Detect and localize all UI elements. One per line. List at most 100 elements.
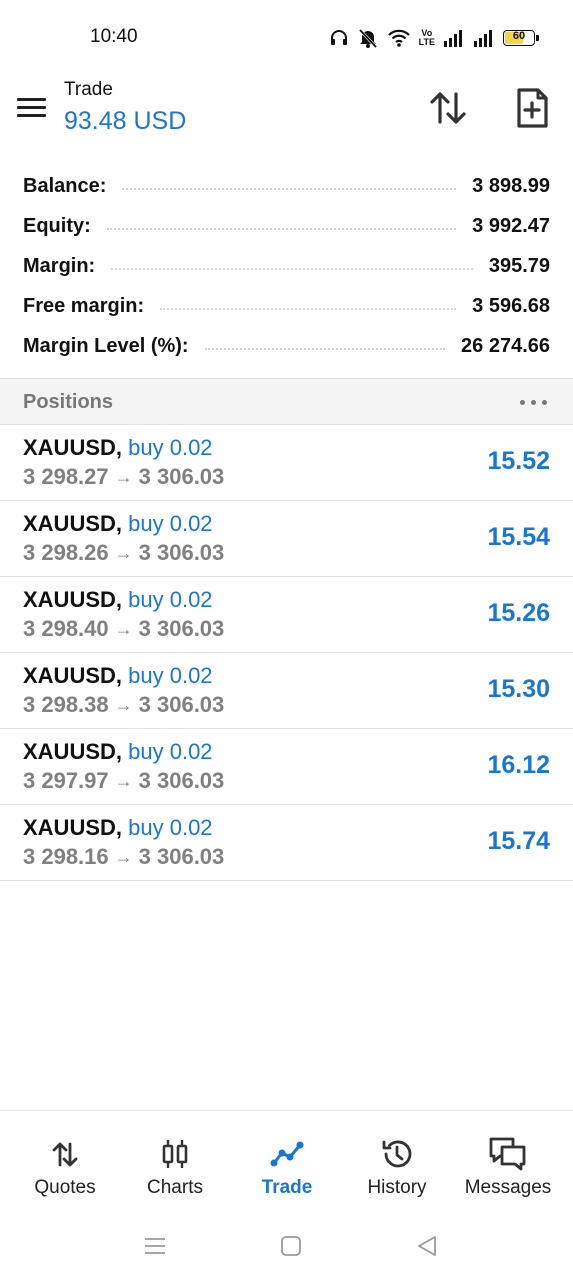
position-profit: 15.26 [487, 599, 550, 627]
position-row[interactable]: XAUUSD, buy 0.02 3 297.97 → 3 306.03 16.12 [0, 729, 573, 805]
summary-row-margin-level: Margin Level (%): 26 274.66 [23, 326, 550, 366]
current-price: 3 306.03 [138, 616, 225, 641]
arrow-icon: → [114, 619, 133, 639]
balance-label: Balance: [23, 174, 107, 197]
position-symbol: XAUUSD, [23, 663, 123, 688]
equity-value: 3 992.47 [472, 214, 550, 237]
volte-indicator: Vo LTE [418, 28, 435, 47]
current-price: 3 306.03 [138, 768, 225, 793]
more-options-icon[interactable] [519, 391, 549, 413]
home-icon [281, 1236, 301, 1256]
arrow-icon: → [114, 543, 133, 563]
sort-icon [430, 92, 466, 124]
current-price: 3 306.03 [138, 844, 225, 869]
open-price: 3 298.27 [23, 464, 109, 489]
open-price: 3 298.26 [23, 540, 109, 565]
position-row[interactable]: XAUUSD, buy 0.02 3 298.16 → 3 306.03 15.74 [0, 805, 573, 881]
signal-icon-1 [443, 29, 465, 47]
status-icons: Vo LTE 60 [329, 26, 539, 50]
mute-icon [357, 27, 379, 49]
position-type: buy 0.02 [128, 511, 213, 536]
total-profit: 93.48 USD [64, 107, 187, 135]
nav-history[interactable]: History [340, 1111, 454, 1211]
system-navigation-bar [0, 1212, 573, 1280]
nav-quotes-label: Quotes [34, 1177, 96, 1198]
bottom-navigation: Quotes Charts Trade History Messages [0, 1110, 573, 1211]
quotes-icon [45, 1136, 85, 1172]
headphones-icon [329, 28, 349, 48]
free-margin-value: 3 596.68 [472, 294, 550, 317]
nav-messages[interactable]: Messages [451, 1111, 565, 1211]
positions-list: XAUUSD, buy 0.02 3 298.27 → 3 306.03 15.52… [0, 425, 573, 881]
open-price: 3 297.97 [23, 768, 109, 793]
margin-level-label: Margin Level (%): [23, 334, 189, 357]
battery-level: 60 [512, 30, 526, 42]
arrow-icon: → [114, 467, 133, 487]
signal-icon-2 [473, 29, 495, 47]
margin-level-value: 26 274.66 [461, 334, 550, 357]
margin-value: 395.79 [488, 254, 550, 277]
position-symbol: XAUUSD, [23, 435, 123, 460]
nav-history-label: History [367, 1177, 427, 1198]
wifi-icon [387, 28, 411, 48]
current-price: 3 306.03 [138, 692, 225, 717]
recent-apps-button[interactable] [140, 1232, 170, 1260]
free-margin-label: Free margin: [23, 294, 145, 317]
status-bar: 10:40 Vo LTE 60 [0, 0, 573, 76]
positions-section-header: Positions [0, 378, 573, 425]
new-order-icon [517, 88, 548, 128]
position-row[interactable]: XAUUSD, buy 0.02 3 298.40 → 3 306.03 15.26 [0, 577, 573, 653]
position-profit: 15.30 [487, 675, 550, 703]
trade-icon [267, 1136, 307, 1172]
margin-label: Margin: [23, 254, 96, 277]
open-price: 3 298.40 [23, 616, 109, 641]
open-price: 3 298.16 [23, 844, 109, 869]
back-button[interactable] [412, 1232, 442, 1260]
balance-value: 3 898.99 [472, 174, 550, 197]
summary-row-balance: Balance: 3 898.99 [23, 166, 550, 206]
open-price: 3 298.38 [23, 692, 109, 717]
new-order-button[interactable] [508, 84, 556, 132]
equity-label: Equity: [23, 214, 91, 237]
history-icon [377, 1136, 417, 1172]
battery-icon: 60 [503, 30, 539, 46]
arrow-icon: → [114, 695, 133, 715]
position-symbol: XAUUSD, [23, 739, 123, 764]
nav-messages-label: Messages [464, 1177, 552, 1198]
position-type: buy 0.02 [128, 815, 213, 840]
position-symbol: XAUUSD, [23, 587, 123, 612]
home-button[interactable] [276, 1232, 306, 1260]
position-row[interactable]: XAUUSD, buy 0.02 3 298.26 → 3 306.03 15.54 [0, 501, 573, 577]
nav-trade-label: Trade [261, 1177, 313, 1198]
position-type: buy 0.02 [128, 739, 213, 764]
summary-row-margin: Margin: 395.79 [23, 246, 550, 286]
position-profit: 15.52 [487, 447, 550, 475]
summary-row-free-margin: Free margin: 3 596.68 [23, 286, 550, 326]
charts-icon [155, 1136, 195, 1172]
recent-apps-icon [145, 1238, 165, 1254]
arrow-icon: → [114, 771, 133, 791]
position-type: buy 0.02 [128, 587, 213, 612]
app-header: Trade 93.48 USD [0, 76, 573, 156]
current-price: 3 306.03 [138, 540, 225, 565]
sort-button[interactable] [424, 86, 472, 130]
nav-charts[interactable]: Charts [118, 1111, 232, 1211]
position-type: buy 0.02 [128, 435, 213, 460]
current-price: 3 306.03 [138, 464, 225, 489]
nav-quotes[interactable]: Quotes [8, 1111, 122, 1211]
position-profit: 15.54 [487, 523, 550, 551]
positions-title: Positions [23, 391, 114, 413]
arrow-icon: → [114, 847, 133, 867]
position-row[interactable]: XAUUSD, buy 0.02 3 298.27 → 3 306.03 15.52 [0, 425, 573, 501]
menu-button[interactable] [14, 90, 50, 126]
page-title: Trade [64, 79, 113, 100]
nav-trade[interactable]: Trade [230, 1111, 344, 1211]
status-time: 10:40 [90, 26, 138, 47]
position-profit: 16.12 [487, 751, 550, 779]
position-row[interactable]: XAUUSD, buy 0.02 3 298.38 → 3 306.03 15.30 [0, 653, 573, 729]
position-symbol: XAUUSD, [23, 511, 123, 536]
position-profit: 15.74 [487, 827, 550, 855]
summary-row-equity: Equity: 3 992.47 [23, 206, 550, 246]
messages-icon [488, 1136, 528, 1172]
back-icon [418, 1236, 436, 1256]
